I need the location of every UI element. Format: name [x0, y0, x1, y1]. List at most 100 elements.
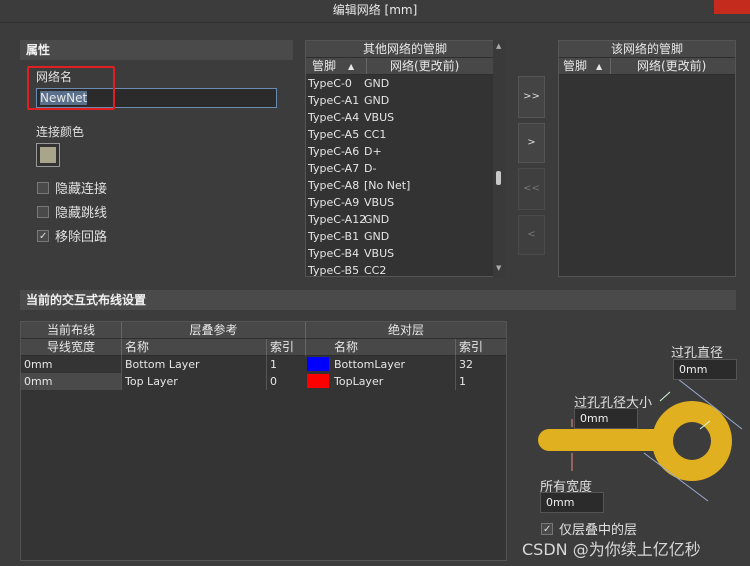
checkbox-label: 隐藏跳线: [55, 206, 108, 221]
add-all-button[interactable]: >>: [518, 76, 545, 118]
abs-layer-name-cell[interactable]: TopLayer: [331, 373, 455, 390]
pin-net: D+: [364, 145, 382, 158]
other-net-pins-panel: 其他网络的管脚 管脚 ▲ 网络(更改前) TypeC-0 GND TypeC-A1 G…: [305, 40, 505, 277]
col-net-header[interactable]: 网络(更改前): [390, 58, 459, 75]
checkbox-box[interactable]: [37, 229, 49, 242]
add-button[interactable]: >: [518, 123, 545, 163]
pin-net: GND: [364, 77, 390, 90]
connect-color-label: 连接颜色: [36, 125, 85, 139]
this-pins-column-header: 管脚 ▲ 网络(更改前): [559, 58, 735, 75]
this-net-pins-panel[interactable]: 该网络的管脚 管脚 ▲ 网络(更改前): [558, 40, 736, 277]
group-current-header: 当前布线: [21, 322, 121, 339]
checkbox-label: 隐藏连接: [55, 182, 108, 197]
remove-all-button[interactable]: <<: [518, 168, 545, 210]
trace-shape: [538, 429, 668, 451]
routing-header: 当前的交互式布线设置: [20, 290, 736, 310]
pin-net: CC1: [364, 128, 387, 141]
pin-row[interactable]: TypeC-A1 GND: [306, 92, 504, 109]
checkbox-box[interactable]: [37, 205, 49, 218]
group-stack-header: 层叠参考: [121, 322, 305, 339]
pin-net: VBUS: [364, 247, 395, 260]
col-index-header[interactable]: 索引: [266, 339, 305, 356]
pin-row[interactable]: TypeC-B5 CC2: [306, 262, 504, 279]
pin-net: GND: [364, 230, 390, 243]
scrollbar-thumb[interactable]: [496, 171, 501, 185]
pin-row[interactable]: TypeC-A6 D+: [306, 143, 504, 160]
group-abs-header: 绝对层: [305, 322, 506, 339]
other-pins-title: 其他网络的管脚: [306, 41, 504, 58]
via-diagram: 过孔直径 0mm 过孔孔径大小 0mm 所有宽度 0mm 仅层叠中的层: [520, 321, 750, 566]
checkbox-box[interactable]: [37, 181, 49, 194]
col-abs-name-header[interactable]: 名称: [331, 339, 455, 356]
col-pin-header[interactable]: 管脚: [563, 58, 587, 75]
highlight-box: [27, 66, 115, 110]
pin-row[interactable]: TypeC-B1 GND: [306, 228, 504, 245]
pin-name: TypeC-B5: [308, 264, 360, 277]
abs-layer-index-cell[interactable]: 1: [455, 373, 506, 390]
col-name-header[interactable]: 名称: [121, 339, 266, 356]
abs-layer-index-cell[interactable]: 32: [455, 356, 506, 373]
checkbox-box[interactable]: [541, 522, 553, 535]
this-pins-title: 该网络的管脚: [559, 41, 735, 58]
pin-row[interactable]: TypeC-A4 VBUS: [306, 109, 504, 126]
col-net-header[interactable]: 网络(更改前): [637, 58, 706, 75]
pin-row[interactable]: TypeC-A5 CC1: [306, 126, 504, 143]
pin-row[interactable]: TypeC-B4 VBUS: [306, 245, 504, 262]
hole-size-input[interactable]: 0mm: [574, 408, 638, 429]
pin-row[interactable]: TypeC-A7 D-: [306, 160, 504, 177]
column-divider: [366, 58, 367, 74]
connect-color-button[interactable]: [36, 143, 60, 167]
pin-name: TypeC-A4: [308, 111, 360, 124]
column-divider: [610, 58, 611, 74]
hide-jumpers-checkbox[interactable]: 隐藏跳线: [37, 202, 107, 221]
width-input[interactable]: 0mm: [540, 492, 604, 513]
pin-name: TypeC-A12: [308, 213, 367, 226]
via-hole: [673, 422, 711, 460]
pin-name: TypeC-A1: [308, 94, 360, 107]
col-abs-index-header[interactable]: 索引: [455, 339, 506, 356]
layer-color-swatch: [307, 374, 329, 388]
pin-name: TypeC-0: [308, 77, 352, 90]
pin-name: TypeC-A9: [308, 196, 360, 209]
pin-row[interactable]: TypeC-A8 [No Net]: [306, 177, 504, 194]
layer-table: 当前布线 层叠参考 绝对层 导线宽度 名称 索引 名称 索引 0mm Bottom…: [20, 321, 507, 561]
scroll-down-icon[interactable]: ▼: [496, 264, 501, 272]
scroll-up-icon[interactable]: ▲: [496, 42, 501, 50]
watermark: CSDN @为你续上亿亿秒: [522, 540, 701, 559]
pin-name: TypeC-A5: [308, 128, 360, 141]
pin-row[interactable]: TypeC-0 GND: [306, 75, 504, 92]
other-pins-list[interactable]: TypeC-0 GND TypeC-A1 GND TypeC-A4 VBUS TypeC-A…: [306, 75, 504, 279]
layer-color-swatch: [307, 357, 329, 371]
pin-net: VBUS: [364, 111, 395, 124]
col-color-header: [305, 339, 331, 356]
other-pins-scrollbar[interactable]: ▲ ▼: [493, 40, 505, 277]
pin-row[interactable]: TypeC-A9 VBUS: [306, 194, 504, 211]
layer-name-cell[interactable]: Top Layer: [121, 373, 266, 390]
color-swatch: [40, 147, 56, 163]
hole-arrow: [659, 391, 671, 402]
col-pin-header[interactable]: 管脚: [312, 58, 336, 75]
pin-net: D-: [364, 162, 377, 175]
title-bar: 编辑网络 [mm]: [0, 0, 750, 23]
pin-net: VBUS: [364, 196, 395, 209]
pin-net: CC2: [364, 264, 387, 277]
pin-name: TypeC-B4: [308, 247, 360, 260]
layer-index-cell[interactable]: 1: [266, 356, 305, 373]
checkbox-label: 移除回路: [55, 230, 108, 245]
via-diameter-input[interactable]: 0mm: [673, 359, 737, 380]
pin-row[interactable]: TypeC-A12 GND: [306, 211, 504, 228]
hide-connections-checkbox[interactable]: 隐藏连接: [37, 178, 107, 197]
trace-width-cell[interactable]: 0mm: [21, 356, 121, 373]
col-width-header[interactable]: 导线宽度: [21, 339, 121, 356]
remove-loops-checkbox[interactable]: 移除回路: [37, 226, 107, 245]
close-button[interactable]: [714, 0, 750, 14]
other-pins-column-header: 管脚 ▲ 网络(更改前): [306, 58, 504, 75]
pin-net: GND: [364, 213, 390, 226]
remove-button[interactable]: <: [518, 215, 545, 255]
layer-index-cell[interactable]: 0: [266, 373, 305, 390]
layer-name-cell[interactable]: Bottom Layer: [121, 356, 266, 373]
trace-width-cell[interactable]: 0mm: [21, 373, 121, 390]
pin-net: [No Net]: [364, 179, 411, 192]
pin-name: TypeC-A8: [308, 179, 360, 192]
abs-layer-name-cell[interactable]: BottomLayer: [331, 356, 455, 373]
